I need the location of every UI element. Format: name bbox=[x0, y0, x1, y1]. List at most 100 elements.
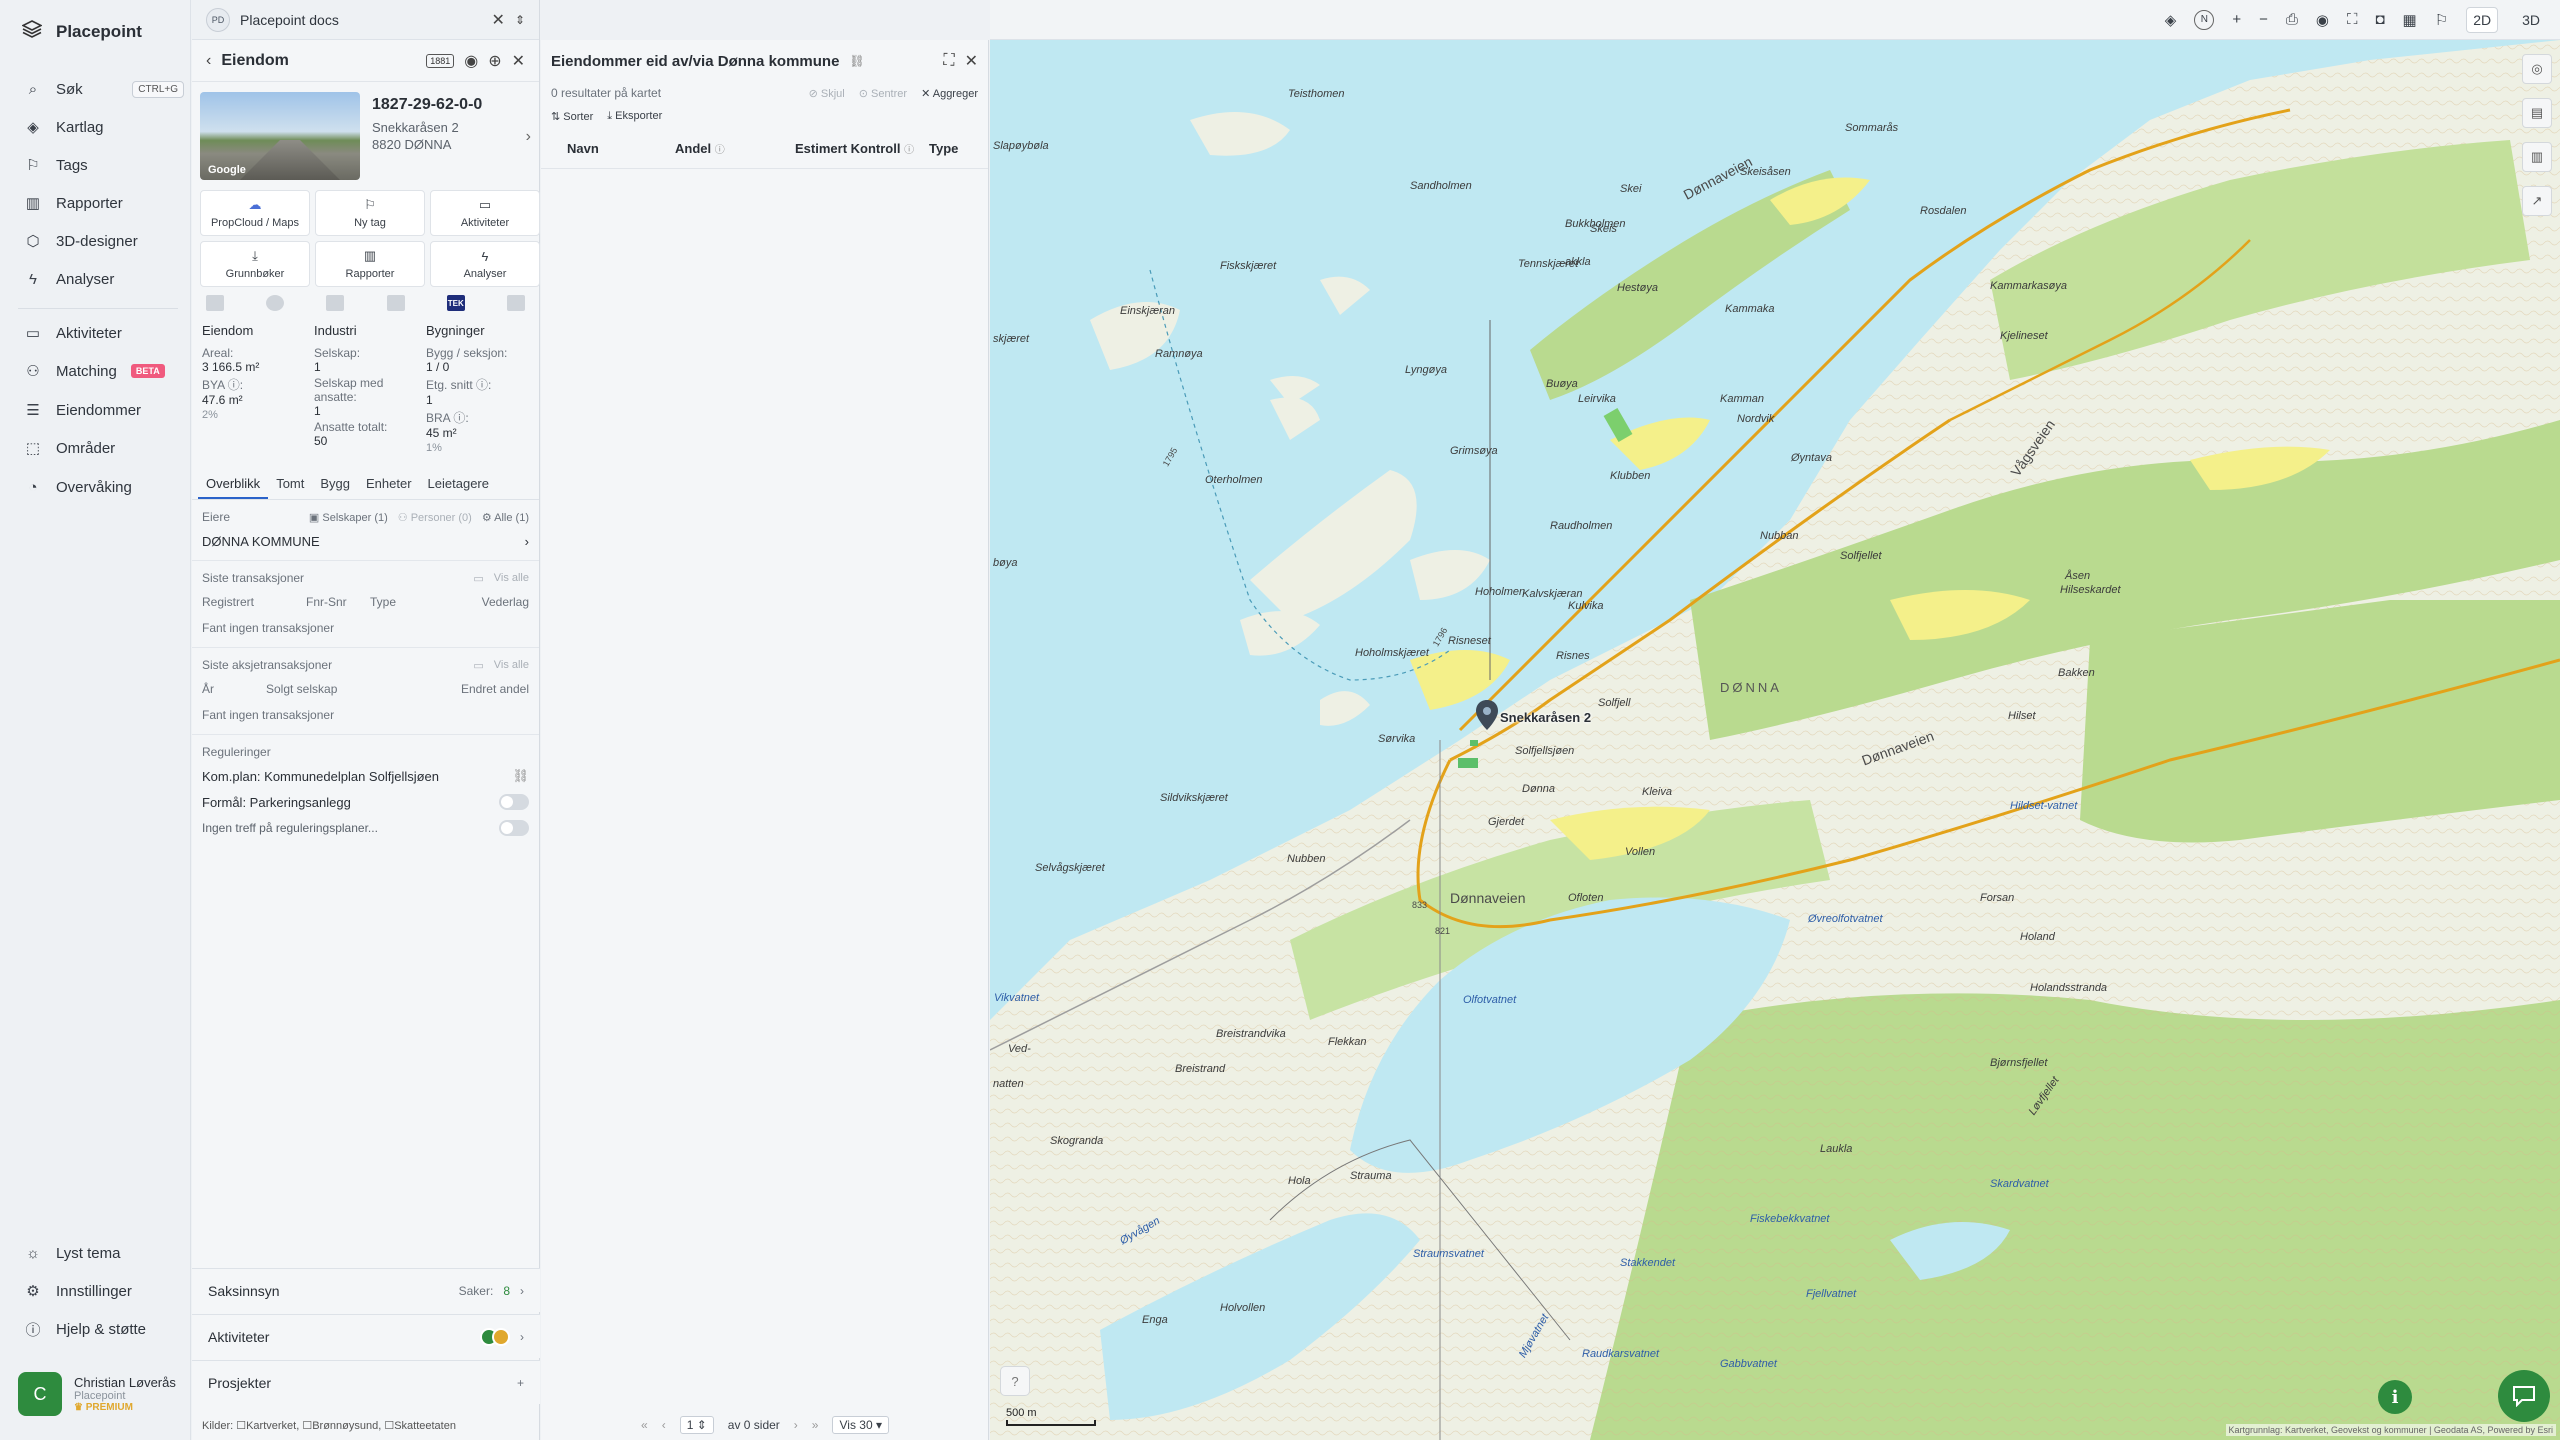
new-tag-button[interactable]: ⚐ Ny tag bbox=[315, 190, 425, 236]
bookmark-icon[interactable]: ⚐ bbox=[2435, 11, 2448, 29]
plus-icon[interactable]: + bbox=[517, 1376, 524, 1390]
map-label: Enga bbox=[1142, 1314, 1168, 1326]
info-icon[interactable]: i bbox=[2378, 1380, 2412, 1414]
next-page-icon[interactable]: › bbox=[794, 1418, 798, 1432]
column-header-kontroll[interactable]: Estimert Kontroll ⓘ bbox=[795, 141, 929, 156]
fullscreen-icon[interactable]: ⛶ bbox=[2347, 11, 2358, 28]
street-view-image[interactable]: Google bbox=[200, 92, 360, 180]
nav-item-rapporter[interactable]: ▥ Rapporter bbox=[24, 190, 184, 216]
propcloud-button[interactable]: ☁ PropCloud / Maps bbox=[200, 190, 310, 236]
globe-icon[interactable] bbox=[266, 295, 285, 311]
print-icon[interactable]: ⎙ bbox=[2286, 11, 2298, 28]
reports-button[interactable]: ▥ Rapporter bbox=[315, 241, 425, 287]
saksinnsyn-accordion[interactable]: Saksinnsyn Saker: 8 › bbox=[192, 1268, 540, 1312]
close-icon[interactable]: ✕ bbox=[965, 51, 978, 71]
mode-3d-button[interactable]: 3D bbox=[2516, 8, 2546, 32]
cadastre-icon[interactable] bbox=[206, 295, 224, 311]
layers-stack-icon[interactable]: ◈ bbox=[2165, 11, 2177, 29]
center-button[interactable]: ⊙ Sentrer bbox=[859, 87, 907, 100]
last-page-icon[interactable]: » bbox=[812, 1418, 819, 1432]
building-icon[interactable] bbox=[386, 295, 405, 311]
see-all-link[interactable]: ▭ Vis alle bbox=[473, 659, 529, 672]
tab-tomt[interactable]: Tomt bbox=[268, 470, 312, 499]
owner-row[interactable]: DØNNA KOMMUNE › bbox=[202, 528, 529, 554]
nav-item-overvaking[interactable]: ◔ Overvåking bbox=[24, 474, 184, 500]
help-icon[interactable]: ? bbox=[1000, 1366, 1030, 1396]
camera-icon[interactable]: ◘ bbox=[2375, 11, 2384, 28]
nav-item-omrader[interactable]: ⬚ Områder bbox=[24, 435, 184, 461]
docs-title[interactable]: Placepoint docs bbox=[240, 12, 339, 28]
export-button[interactable]: ⤓ Eksporter bbox=[607, 110, 662, 123]
map-canvas[interactable]: Snekkaråsen 2 DØNNA Dønnaveien Dønnaveie… bbox=[990, 40, 2560, 1440]
close-icon[interactable]: ✕ bbox=[512, 51, 525, 71]
chat-button[interactable] bbox=[2498, 1370, 2550, 1422]
nav-item-matching[interactable]: ⚇ Matching BETA bbox=[24, 358, 184, 384]
prosjekter-accordion[interactable]: Prosjekter + bbox=[192, 1360, 540, 1404]
map-label: Strauma bbox=[1350, 1170, 1392, 1182]
nav-item-eiendommer[interactable]: ☰ Eiendommer bbox=[24, 397, 184, 423]
mode-2d-button[interactable]: 2D bbox=[2466, 6, 2499, 33]
activities-button[interactable]: ▭ Aktiviteter bbox=[430, 190, 540, 236]
nav-item-analyser[interactable]: ϟ Analyser bbox=[24, 266, 184, 292]
tab-overblikk[interactable]: Overblikk bbox=[198, 470, 269, 499]
layer-panel-icon[interactable]: ▤ bbox=[2522, 98, 2552, 128]
column-header[interactable]: Navn bbox=[555, 141, 675, 156]
tab-bygg[interactable]: Bygg bbox=[312, 470, 358, 499]
nav-item-search[interactable]: ⌕ Søk CTRL+G bbox=[24, 76, 184, 102]
tek-icon[interactable]: TEK bbox=[446, 295, 465, 311]
prev-page-icon[interactable]: ‹ bbox=[662, 1418, 666, 1432]
brand[interactable]: Placepoint bbox=[21, 20, 142, 43]
filter-companies[interactable]: ▣ Selskaper (1) bbox=[309, 511, 388, 524]
nav-item-tags[interactable]: ⚐ Tags bbox=[24, 152, 184, 178]
eye-icon[interactable]: ◉ bbox=[2316, 11, 2329, 29]
aktiviteter-accordion[interactable]: Aktiviteter › bbox=[192, 1314, 540, 1358]
link-icon[interactable]: ⛓ bbox=[512, 768, 529, 784]
nav-item-light-theme[interactable]: ☼ Lyst tema bbox=[24, 1240, 184, 1266]
add-circle-icon[interactable]: ⊕ bbox=[488, 51, 501, 71]
fullscreen-icon[interactable]: ⛶ bbox=[943, 52, 954, 70]
globe-layers-icon[interactable]: ◎ bbox=[2522, 54, 2552, 84]
column-header-andel[interactable]: Andel ⓘ bbox=[675, 141, 795, 156]
link-icon[interactable]: ⛓ bbox=[849, 54, 864, 68]
filter-persons[interactable]: ⚇ Personer (0) bbox=[398, 511, 472, 524]
chart-icon[interactable]: ▥ bbox=[2522, 142, 2552, 172]
back-arrow-icon[interactable]: ‹ bbox=[206, 52, 211, 70]
land-registry-button[interactable]: ⤓ Grunnbøker bbox=[200, 241, 310, 287]
purpose-toggle[interactable] bbox=[499, 794, 529, 810]
property-pin-icon[interactable] bbox=[1476, 700, 1498, 735]
compass-icon[interactable]: N bbox=[2194, 9, 2215, 30]
industry-icon[interactable] bbox=[326, 295, 345, 311]
measure-icon[interactable]: ↗ bbox=[2522, 186, 2552, 216]
zoom-out-icon[interactable]: − bbox=[2259, 11, 2268, 28]
see-all-link[interactable]: ▭ Vis alle bbox=[473, 572, 529, 585]
chevron-right-icon: › bbox=[524, 533, 529, 549]
hide-button[interactable]: ⊘ Skjul bbox=[809, 87, 845, 100]
nav-item-help[interactable]: ⓘ Hjelp & støtte bbox=[24, 1316, 184, 1342]
aggregate-button[interactable]: ✕ Aggreger bbox=[921, 87, 978, 100]
filter-all[interactable]: ⚙ Alle (1) bbox=[482, 511, 529, 524]
first-page-icon[interactable]: « bbox=[641, 1418, 648, 1432]
nav-item-kartlag[interactable]: ◈ Kartlag bbox=[24, 114, 184, 140]
nav-item-aktiviteter[interactable]: ▭ Aktiviteter bbox=[24, 320, 184, 346]
analyses-button[interactable]: ϟ Analyser bbox=[430, 241, 540, 287]
page-input[interactable]: 1 ⇕ bbox=[679, 1416, 714, 1434]
eye-icon[interactable]: ◉ bbox=[464, 51, 478, 71]
user-profile[interactable]: C Christian Løverås Placepoint ♛ PREMIUM bbox=[18, 1372, 176, 1416]
sort-button[interactable]: ⇅ Sorter bbox=[551, 110, 593, 123]
zoom-in-icon[interactable]: + bbox=[2232, 11, 2241, 28]
regulation-plan-row[interactable]: Kom.plan: Kommunedelplan Solfjellsjøen ⛓ bbox=[202, 763, 529, 789]
grid-icon[interactable]: ▦ bbox=[2403, 11, 2417, 29]
house-icon[interactable] bbox=[506, 295, 525, 311]
regulation-toggle[interactable] bbox=[499, 820, 529, 836]
nav-item-3d-designer[interactable]: ⬡ 3D-designer bbox=[24, 228, 184, 254]
tab-enheter[interactable]: Enheter bbox=[358, 470, 420, 499]
per-page-select[interactable]: Vis 30 ▾ bbox=[832, 1416, 889, 1434]
1881-icon[interactable]: 1881 bbox=[426, 53, 455, 68]
tab-leietagere[interactable]: Leietagere bbox=[420, 470, 497, 499]
property-info[interactable]: 1827-29-62-0-0 Snekkaråsen 2 8820 DØNNA … bbox=[372, 92, 531, 180]
expand-collapse-icon[interactable]: ⇕ bbox=[515, 13, 525, 27]
close-icon[interactable]: ✕ bbox=[492, 10, 505, 30]
page-count: av 0 sider bbox=[727, 1418, 780, 1432]
nav-item-settings[interactable]: ⚙ Innstillinger bbox=[24, 1278, 184, 1304]
column-header[interactable]: Type bbox=[929, 141, 958, 156]
